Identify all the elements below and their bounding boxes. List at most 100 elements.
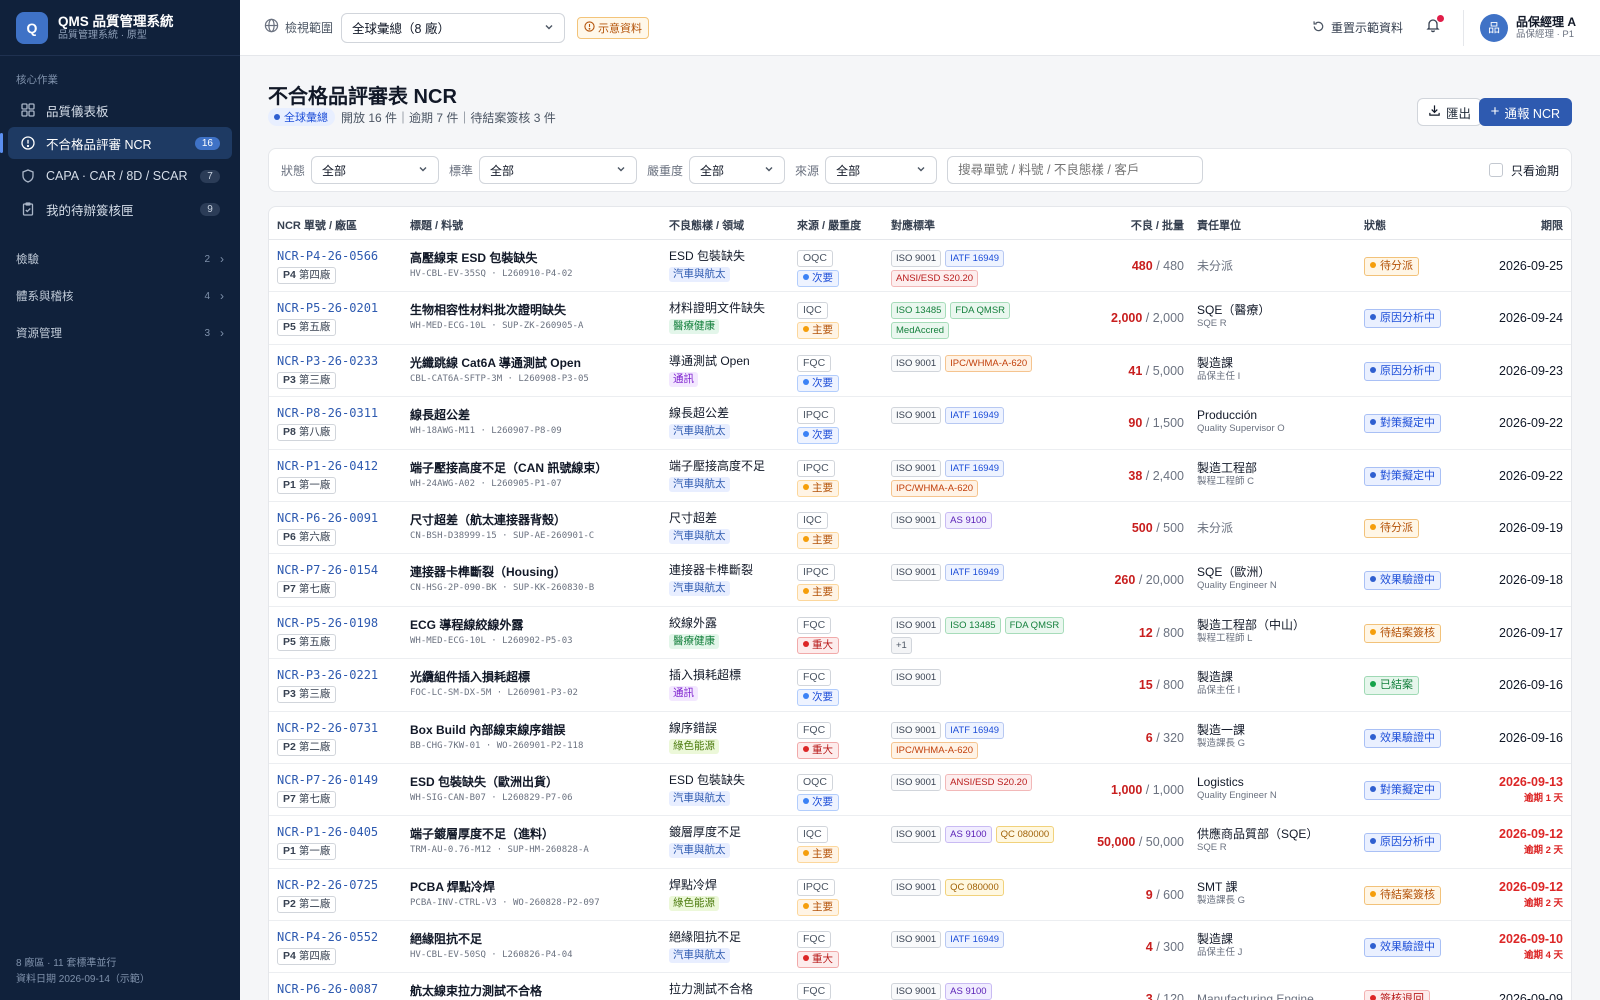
- col-header-due[interactable]: 期限: [1449, 217, 1563, 233]
- col-header-qty[interactable]: 不良 / 批量: [1069, 217, 1184, 233]
- table-row[interactable]: NCR-P1-26-0412 P1 第一廠 端子壓接高度不足（CAN 訊號線束） …: [269, 450, 1571, 502]
- dot-icon: [1370, 943, 1376, 950]
- dot-icon: [274, 114, 280, 120]
- due-date: 2026-09-18: [1499, 573, 1563, 588]
- ncr-number-link[interactable]: NCR-P3-26-0233: [277, 353, 407, 369]
- table-row[interactable]: NCR-P2-26-0731 P2 第二廠 Box Build 內部線束線序錯誤 …: [269, 712, 1571, 764]
- lot-size: 1,000: [1152, 782, 1184, 797]
- severity-tag: 主要: [797, 584, 839, 602]
- standard-tag: IATF 16949: [945, 931, 1005, 949]
- search-input[interactable]: [947, 156, 1204, 184]
- ncr-number-link[interactable]: NCR-P1-26-0412: [277, 458, 407, 474]
- standard-tag: ISO 9001: [891, 826, 942, 844]
- table-row[interactable]: NCR-P2-26-0725 P2 第二廠 PCBA 焊點冷焊 PCBA-INV-…: [269, 869, 1571, 922]
- nav-section-title: 核心作業: [16, 74, 58, 86]
- chevron-right-icon: ›: [220, 252, 224, 266]
- source-tag: IQC: [797, 511, 828, 529]
- app-subtitle: 品質管理系統 · 原型: [58, 29, 147, 41]
- standard-tag: FDA QMSR: [1004, 616, 1065, 634]
- ncr-number-link[interactable]: NCR-P1-26-0405: [277, 824, 407, 840]
- sidebar-item-capa[interactable]: CAPA · CAR / 8D / SCAR 7: [8, 160, 232, 192]
- severity-tag: 主要: [797, 479, 839, 497]
- col-header-ncr[interactable]: NCR 單號 / 廠區: [277, 217, 407, 233]
- table-row[interactable]: NCR-P7-26-0154 P7 第七廠 連接器卡榫斷裂（Housing） CN…: [269, 554, 1571, 607]
- export-button[interactable]: 匯出: [1416, 98, 1482, 126]
- table-row[interactable]: NCR-P5-26-0201 P5 第五廠 生物相容性材料批次證明缺失 WH-ME…: [269, 292, 1571, 345]
- status-badge: 效果驗證中: [1364, 571, 1441, 591]
- table-row[interactable]: NCR-P6-26-0087 P6第六廠 航太線束拉力測試不合格 拉力測試不合格…: [269, 973, 1571, 1000]
- filter-source-select[interactable]: 全部: [825, 156, 938, 184]
- sidebar-group-system-audit[interactable]: 體系與稽核 4 ›: [0, 278, 240, 314]
- overdue-checkbox[interactable]: [1488, 163, 1503, 177]
- sidebar-group-resources[interactable]: 資源管理 3 ›: [0, 315, 240, 351]
- severity-label: 主要: [812, 324, 833, 337]
- table-row[interactable]: NCR-P6-26-0091 P6 第六廠 尺寸超差（航太連接器背殼） CN-BS…: [269, 502, 1571, 555]
- reset-demo-button[interactable]: 重置示範資料: [1312, 19, 1403, 36]
- status-label: 待分派: [1380, 260, 1413, 272]
- filter-standard-select[interactable]: 全部: [479, 156, 638, 184]
- ng-count: 3: [1145, 992, 1153, 1000]
- ncr-number-link[interactable]: NCR-P7-26-0154: [277, 562, 407, 578]
- dot-icon: [1370, 628, 1376, 635]
- dot-icon: [1370, 314, 1376, 321]
- filter-status-label: 狀態: [281, 163, 306, 178]
- col-header-source[interactable]: 來源 / 嚴重度: [797, 217, 889, 233]
- domain-tag: 汽車與航太: [669, 790, 730, 806]
- ncr-number-link[interactable]: NCR-P4-26-0566: [277, 248, 407, 264]
- dot-icon: [1370, 419, 1376, 426]
- due-date: 2026-09-25: [1499, 259, 1563, 273]
- sidebar-item-ncr[interactable]: 不合格品評審 NCR 16: [0, 127, 232, 159]
- new-ncr-button[interactable]: + 通報 NCR: [1478, 98, 1572, 126]
- status-badge: 待結案簽核: [1364, 885, 1441, 905]
- ncr-number-link[interactable]: NCR-P5-26-0198: [277, 615, 407, 631]
- table-row[interactable]: NCR-P8-26-0311 P8 第八廠 線長超公差 WH-18AWG-M11 …: [269, 397, 1571, 450]
- sidebar-item-approvals[interactable]: 我的待辦簽核匣 9: [8, 193, 232, 225]
- filter-severity-select[interactable]: 全部: [689, 156, 786, 184]
- standard-tag: ISO 13485: [891, 302, 947, 320]
- ncr-number-link[interactable]: NCR-P2-26-0731: [277, 720, 407, 736]
- standard-tag: ISO 9001: [891, 616, 942, 634]
- responsible-unit: 未分派: [1197, 520, 1234, 535]
- table-row[interactable]: NCR-P1-26-0405 P1 第一廠 端子鍍層厚度不足（進料） TRM-AU…: [269, 816, 1571, 869]
- scope-select[interactable]: 全球彙總（8 廠）: [341, 12, 566, 43]
- lot-size: 2,000: [1152, 311, 1184, 326]
- ncr-number-link[interactable]: NCR-P2-26-0725: [277, 877, 407, 893]
- part-number: TRM-AU-0.76-M12 · SUP-HM-260828-A: [410, 845, 589, 856]
- severity-label: 次要: [812, 691, 833, 704]
- source-tag: IPQC: [797, 459, 835, 477]
- col-header-title[interactable]: 標題 / 料號: [410, 217, 660, 233]
- ncr-number-link[interactable]: NCR-P6-26-0091: [277, 510, 407, 526]
- dot-icon: [1370, 471, 1376, 478]
- table-row[interactable]: NCR-P5-26-0198 P5 第五廠 ECG 導程線絞線外露 WH-MED-…: [269, 607, 1571, 660]
- status-label: 簽核退回: [1380, 993, 1424, 1000]
- ng-count: 4: [1145, 940, 1153, 955]
- sidebar-item-dashboard[interactable]: 品質儀表板: [8, 94, 232, 126]
- ncr-title: 航太線束拉力測試不合格: [410, 984, 543, 999]
- sidebar-group-inspection[interactable]: 檢驗 2 ›: [0, 241, 240, 277]
- ncr-number-link[interactable]: NCR-P8-26-0311: [277, 405, 407, 421]
- notifications-button[interactable]: [1425, 15, 1444, 38]
- ncr-number-link[interactable]: NCR-P3-26-0221: [277, 667, 407, 683]
- table-row[interactable]: NCR-P4-26-0552 P4 第四廠 絕緣阻抗不足 HV-CBL-EV-50…: [269, 921, 1571, 974]
- table-row[interactable]: NCR-P4-26-0566 P4 第四廠 高壓線束 ESD 包裝缺失 HV-CB…: [269, 240, 1571, 293]
- overdue-only-toggle[interactable]: 只看逾期: [1488, 162, 1559, 179]
- ncr-number-link[interactable]: NCR-P5-26-0201: [277, 300, 407, 316]
- severity-label: 次要: [812, 272, 833, 284]
- ncr-number-link[interactable]: NCR-P6-26-0087: [277, 981, 407, 997]
- filter-status-select[interactable]: 全部: [311, 156, 440, 184]
- ncr-number-link[interactable]: NCR-P7-26-0149: [277, 772, 407, 788]
- table-row[interactable]: NCR-P3-26-0221 P3 第三廠 光纜組件插入損耗超標 FOC-LC-S…: [269, 659, 1571, 712]
- avatar: 品: [1479, 13, 1508, 42]
- standard-tag: ISO 9001: [891, 721, 942, 739]
- user-menu[interactable]: 品 品保經理 A 品保經理 · P1: [1462, 9, 1576, 46]
- brand[interactable]: Q QMS 品質管理系統 品質管理系統 · 原型: [0, 0, 240, 56]
- responsible-person: 品保主任 I: [1197, 370, 1241, 382]
- ncr-number-link[interactable]: NCR-P4-26-0552: [277, 929, 407, 945]
- col-header-standards[interactable]: 對應標準: [891, 217, 1071, 233]
- status-badge: 原因分析中: [1364, 309, 1441, 329]
- table-row[interactable]: NCR-P7-26-0149 P7 第七廠 ESD 包裝缺失（歐洲出貨） WH-S…: [269, 764, 1571, 817]
- col-header-owner[interactable]: 責任單位: [1197, 217, 1357, 233]
- col-header-defect[interactable]: 不良態樣 / 領域: [669, 217, 794, 233]
- status-badge: 對策擬定中: [1364, 414, 1441, 434]
- table-row[interactable]: NCR-P3-26-0233 P3 第三廠 光纖跳線 Cat6A 導通測試 Ope…: [269, 345, 1571, 398]
